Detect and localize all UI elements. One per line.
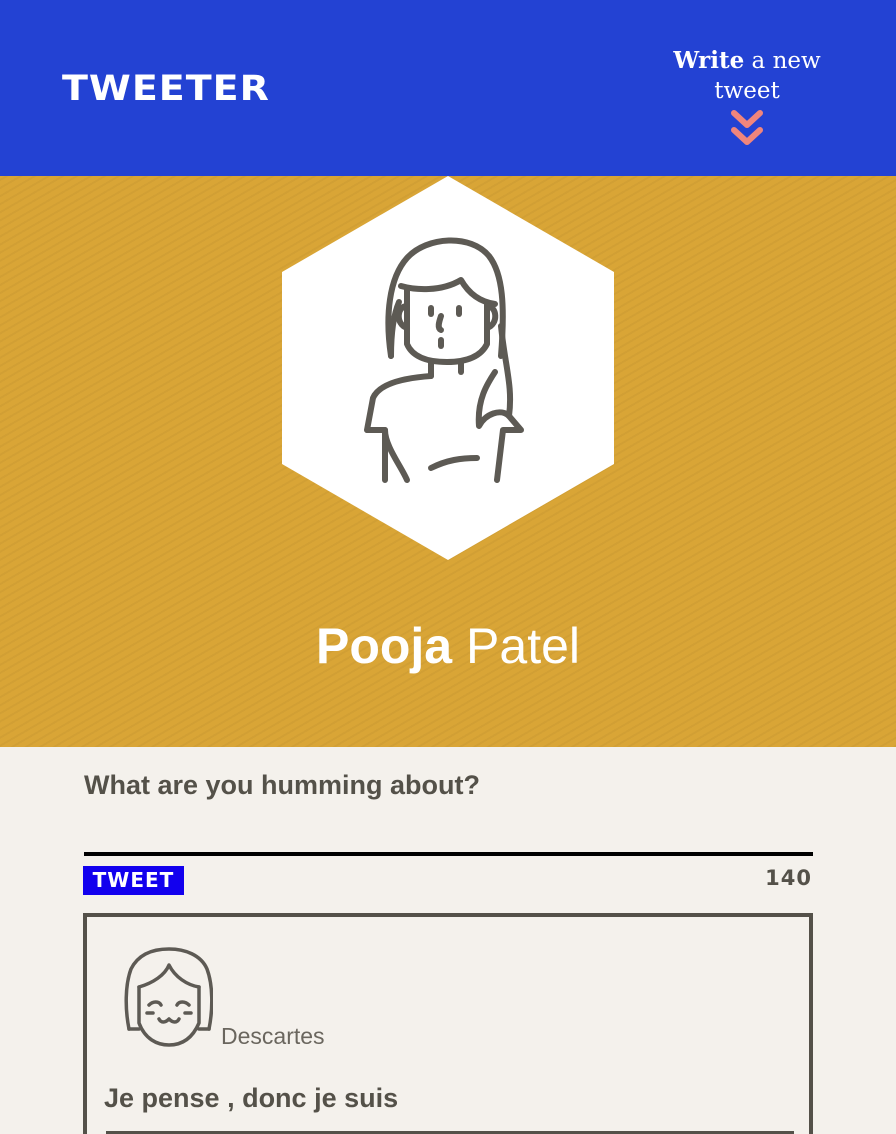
- smiling-girl-avatar-icon: [124, 947, 213, 1047]
- write-bold-text: Write: [673, 47, 745, 74]
- write-new-tweet-label: Write a new tweet: [640, 46, 854, 106]
- tweet-text: Je pense , donc je suis: [104, 1083, 399, 1113]
- profile-banner: Pooja Patel: [0, 176, 896, 747]
- top-navbar: TWEETER Write a new tweet: [0, 0, 896, 176]
- profile-first-name: Pooja: [315, 618, 453, 674]
- tweet-text-input[interactable]: [84, 812, 813, 856]
- woman-avatar-icon: [282, 176, 614, 560]
- character-counter: 140: [765, 866, 812, 890]
- double-chevron-down-icon[interactable]: [731, 110, 763, 148]
- compose-label: What are you humming about?: [84, 770, 480, 800]
- profile-name: Pooja Patel: [0, 616, 896, 676]
- tweet-submit-button[interactable]: TWEET: [83, 866, 184, 895]
- profile-last-name: Patel: [466, 618, 580, 674]
- tweet-card: Descartes Je pense , donc je suis: [83, 913, 813, 1134]
- tweet-author-handle[interactable]: Descartes: [221, 1023, 325, 1050]
- write-new-tweet-toggle[interactable]: Write a new tweet: [640, 46, 854, 145]
- brand-logo[interactable]: TWEETER: [62, 68, 270, 108]
